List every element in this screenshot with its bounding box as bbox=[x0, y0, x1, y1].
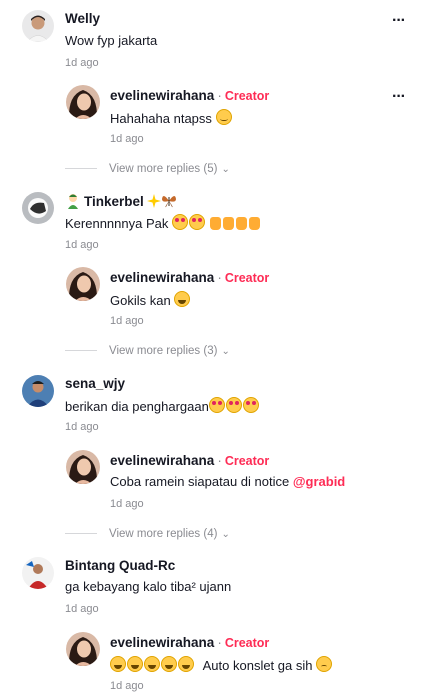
creator-badge: Creator bbox=[224, 454, 270, 468]
thumbs-up-emoji-icon bbox=[248, 217, 260, 230]
heart-eyes-emoji-icon bbox=[171, 214, 188, 230]
comment-text-content: Kerennnnnya Pak bbox=[65, 216, 169, 231]
badge-separator: · bbox=[217, 88, 222, 103]
chevron-down-icon[interactable]: ⌄ bbox=[221, 529, 229, 540]
tears-of-joy-emoji-icon bbox=[161, 656, 177, 672]
reply-text: Coba ramein siapatau di notice @grabid bbox=[110, 474, 345, 489]
avatar[interactable] bbox=[22, 375, 54, 407]
chevron-down-icon[interactable]: ⌄ bbox=[221, 164, 229, 175]
grinning-face-emoji-icon bbox=[174, 291, 191, 307]
thumbs-up-emoji-icon bbox=[222, 217, 234, 230]
view-more-replies-button[interactable]: View more replies (3) ⌄ bbox=[65, 345, 230, 357]
avatar[interactable] bbox=[22, 10, 54, 42]
reply-username[interactable]: evelinewirahana · Creator bbox=[110, 270, 269, 285]
divider-line bbox=[65, 350, 97, 352]
creator-badge: Creator bbox=[224, 271, 270, 285]
reply-username-text[interactable]: evelinewirahana bbox=[110, 635, 214, 650]
creator-avatar[interactable] bbox=[66, 632, 100, 666]
comment-username[interactable]: sena_wjy bbox=[65, 376, 125, 391]
tears-of-joy-emoji-icon bbox=[127, 656, 143, 672]
reply-username-text[interactable]: evelinewirahana bbox=[110, 453, 214, 468]
heart-eyes-emoji-icon bbox=[188, 214, 205, 230]
comment-time: 1d ago bbox=[65, 239, 99, 251]
smiling-hearts-emoji-icon bbox=[225, 397, 242, 413]
reply-text-content: Hahahaha ntapss bbox=[110, 111, 212, 126]
divider-line bbox=[65, 168, 97, 170]
reply-username-text[interactable]: evelinewirahana bbox=[110, 88, 214, 103]
comment-text: Kerennnnnya Pak bbox=[65, 214, 262, 231]
view-more-replies-button[interactable]: View more replies (4) ⌄ bbox=[65, 528, 230, 540]
creator-avatar[interactable] bbox=[66, 85, 100, 119]
tears-of-joy-emoji-icon bbox=[110, 656, 126, 672]
comment-username-text[interactable]: Tinkerbel bbox=[84, 194, 144, 209]
reply-time: 1d ago bbox=[110, 680, 144, 692]
thumbs-up-emoji-icon bbox=[235, 217, 247, 230]
reply-username[interactable]: evelinewirahana · Creator bbox=[110, 635, 269, 650]
reply-text: Auto konslet ga sih bbox=[110, 656, 333, 673]
smiling-face-emoji-icon bbox=[215, 109, 232, 125]
view-more-label[interactable]: View more replies (5) bbox=[109, 163, 217, 175]
butterfly-emoji-icon bbox=[161, 195, 176, 208]
reply-username[interactable]: evelinewirahana · Creator bbox=[110, 88, 269, 103]
comment-text: ga kebayang kalo tiba² ujann bbox=[65, 579, 232, 594]
genie-emoji-icon bbox=[68, 194, 78, 209]
worried-face-emoji-icon bbox=[316, 656, 333, 672]
creator-badge: Creator bbox=[224, 636, 270, 650]
avatar[interactable] bbox=[22, 557, 54, 589]
comment-username[interactable]: Tinkerbel bbox=[65, 193, 177, 209]
creator-avatar[interactable] bbox=[66, 267, 100, 301]
comment-username[interactable]: Bintang Quad-Rc bbox=[65, 558, 175, 573]
badge-separator: · bbox=[217, 453, 222, 468]
thumbs-up-emoji-icon bbox=[209, 217, 221, 230]
reply-time: 1d ago bbox=[110, 315, 144, 327]
divider-line bbox=[65, 533, 97, 535]
reply-text: Gokils kan bbox=[110, 291, 191, 308]
reply-time: 1d ago bbox=[110, 498, 144, 510]
tears-of-joy-emoji-icon bbox=[144, 656, 160, 672]
sparkles-emoji-icon bbox=[146, 194, 161, 208]
comment-time: 1d ago bbox=[65, 421, 99, 433]
reply-text-content: Gokils kan bbox=[110, 293, 171, 308]
creator-badge: Creator bbox=[224, 89, 270, 103]
reply-text-content: Coba ramein siapatau di notice bbox=[110, 474, 293, 489]
view-more-label[interactable]: View more replies (4) bbox=[109, 528, 217, 540]
view-more-replies-button[interactable]: View more replies (5) ⌄ bbox=[65, 163, 230, 175]
comment-text-content: berikan dia penghargaan bbox=[65, 399, 209, 414]
view-more-label[interactable]: View more replies (3) bbox=[109, 345, 217, 357]
smiling-hearts-emoji-icon bbox=[208, 397, 225, 413]
comment-time: 1d ago bbox=[65, 57, 99, 69]
creator-avatar[interactable] bbox=[66, 450, 100, 484]
more-horizontal-icon[interactable]: ··· bbox=[392, 12, 406, 30]
comment-text: Wow fyp jakarta bbox=[65, 33, 158, 48]
comment-time: 1d ago bbox=[65, 603, 99, 615]
more-horizontal-icon[interactable]: ··· bbox=[392, 88, 406, 106]
mention-link[interactable]: @grabid bbox=[293, 474, 345, 489]
reply-username-text[interactable]: evelinewirahana bbox=[110, 270, 214, 285]
badge-separator: · bbox=[217, 635, 222, 650]
avatar[interactable] bbox=[22, 192, 54, 224]
reply-username[interactable]: evelinewirahana · Creator bbox=[110, 453, 269, 468]
reply-text: Hahahaha ntapss bbox=[110, 109, 233, 126]
reply-time: 1d ago bbox=[110, 133, 144, 145]
comment-username[interactable]: Welly bbox=[65, 11, 100, 26]
badge-separator: · bbox=[217, 270, 222, 285]
reply-text-content: Auto konslet ga sih bbox=[202, 658, 313, 673]
tears-of-joy-emoji-icon bbox=[178, 656, 194, 672]
chevron-down-icon[interactable]: ⌄ bbox=[221, 346, 229, 357]
comment-text: berikan dia penghargaan bbox=[65, 397, 260, 414]
smiling-hearts-emoji-icon bbox=[242, 397, 259, 413]
